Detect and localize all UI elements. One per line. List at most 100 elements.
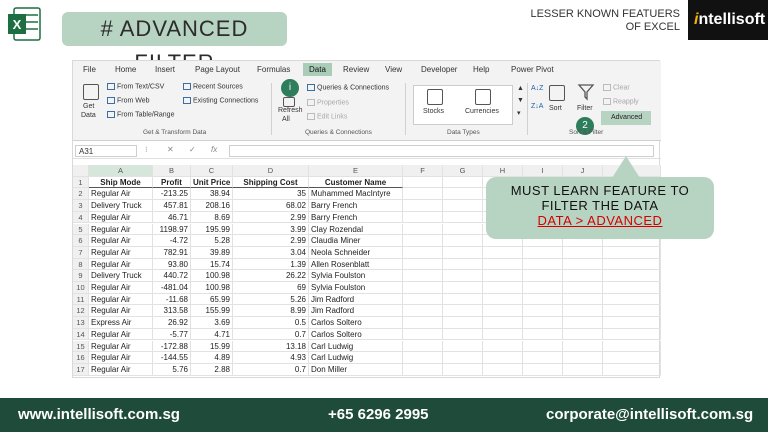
- menu-home[interactable]: Home: [115, 65, 136, 74]
- table-cell[interactable]: 1.39: [233, 258, 309, 271]
- table-cell[interactable]: [443, 235, 483, 247]
- table-cell[interactable]: [563, 340, 603, 353]
- sort-az-icon[interactable]: A↓Z: [531, 85, 543, 92]
- table-header-cell[interactable]: Ship Mode: [89, 176, 153, 189]
- recent-sources-button[interactable]: Recent Sources: [183, 83, 243, 90]
- table-cell[interactable]: [523, 340, 563, 353]
- table-cell[interactable]: Carlos Soltero: [309, 328, 403, 341]
- table-cell[interactable]: [523, 305, 563, 318]
- table-cell[interactable]: -213.25: [153, 188, 191, 201]
- row-header[interactable]: 14: [73, 328, 89, 341]
- table-cell[interactable]: [523, 317, 563, 329]
- table-cell[interactable]: [563, 352, 603, 364]
- table-cell[interactable]: [483, 293, 523, 306]
- select-all-corner[interactable]: [73, 165, 89, 177]
- table-cell[interactable]: 0.5: [233, 317, 309, 329]
- table-header-cell[interactable]: Profit: [153, 176, 191, 189]
- table-cell[interactable]: [443, 211, 483, 224]
- table-cell[interactable]: 2.99: [233, 235, 309, 247]
- menu-insert[interactable]: Insert: [155, 65, 175, 74]
- table-cell[interactable]: [483, 258, 523, 271]
- table-cell[interactable]: Regular Air: [89, 235, 153, 247]
- table-cell[interactable]: [403, 352, 443, 364]
- existing-connections-button[interactable]: Existing Connections: [183, 97, 258, 104]
- table-cell[interactable]: [403, 317, 443, 329]
- table-cell[interactable]: 13.18: [233, 340, 309, 353]
- table-cell[interactable]: Regular Air: [89, 328, 153, 341]
- table-cell[interactable]: 440.72: [153, 270, 191, 282]
- table-cell[interactable]: Delivery Truck: [89, 270, 153, 282]
- table-cell[interactable]: [443, 293, 483, 306]
- row-header[interactable]: 2: [73, 188, 89, 201]
- table-cell[interactable]: [563, 270, 603, 282]
- table-cell[interactable]: Regular Air: [89, 352, 153, 364]
- table-cell[interactable]: -11.68: [153, 293, 191, 306]
- table-cell[interactable]: Regular Air: [89, 293, 153, 306]
- table-cell[interactable]: 3.04: [233, 246, 309, 259]
- row-header[interactable]: 1: [73, 176, 89, 189]
- table-cell[interactable]: Barry French: [309, 211, 403, 224]
- table-cell[interactable]: 100.98: [191, 282, 233, 294]
- menu-developer[interactable]: Developer: [421, 65, 457, 74]
- table-cell[interactable]: [403, 258, 443, 271]
- from-table-range-button[interactable]: From Table/Range: [107, 111, 174, 118]
- table-cell[interactable]: Express Air: [89, 317, 153, 329]
- table-cell[interactable]: Jim Radford: [309, 305, 403, 318]
- table-cell[interactable]: -4.72: [153, 235, 191, 247]
- table-cell[interactable]: [483, 305, 523, 318]
- table-cell[interactable]: 8.99: [233, 305, 309, 318]
- table-cell[interactable]: [603, 363, 661, 376]
- table-cell[interactable]: 2.99: [233, 211, 309, 224]
- table-cell[interactable]: [603, 317, 661, 329]
- table-cell[interactable]: [563, 246, 603, 259]
- table-cell[interactable]: Regular Air: [89, 340, 153, 353]
- table-cell[interactable]: Regular Air: [89, 223, 153, 236]
- table-cell[interactable]: [603, 246, 661, 259]
- table-cell[interactable]: 26.92: [153, 317, 191, 329]
- table-cell[interactable]: 93.80: [153, 258, 191, 271]
- scroll-up-icon[interactable]: ▲: [517, 85, 524, 92]
- table-cell[interactable]: [563, 282, 603, 294]
- table-cell[interactable]: [443, 363, 483, 376]
- table-cell[interactable]: 0.7: [233, 328, 309, 341]
- table-cell[interactable]: [483, 340, 523, 353]
- row-header[interactable]: 10: [73, 282, 89, 294]
- table-cell[interactable]: 65.99: [191, 293, 233, 306]
- table-cell[interactable]: Regular Air: [89, 258, 153, 271]
- table-cell[interactable]: 208.16: [191, 200, 233, 212]
- table-cell[interactable]: Delivery Truck: [89, 200, 153, 212]
- table-cell[interactable]: 4.93: [233, 352, 309, 364]
- table-cell[interactable]: 1198.97: [153, 223, 191, 236]
- table-cell[interactable]: [523, 282, 563, 294]
- footer-phone[interactable]: +65 6296 2995: [328, 406, 429, 423]
- table-cell[interactable]: 195.99: [191, 223, 233, 236]
- menu-help[interactable]: Help: [473, 65, 489, 74]
- more-icon[interactable]: ▾: [517, 109, 521, 117]
- formula-input[interactable]: [229, 145, 654, 157]
- table-cell[interactable]: [523, 293, 563, 306]
- table-cell[interactable]: 457.81: [153, 200, 191, 212]
- table-cell[interactable]: Regular Air: [89, 282, 153, 294]
- table-cell[interactable]: 3.69: [191, 317, 233, 329]
- table-cell[interactable]: [483, 352, 523, 364]
- clear-button[interactable]: Clear: [603, 84, 630, 91]
- advanced-button[interactable]: Advanced: [601, 111, 651, 125]
- table-cell[interactable]: 782.91: [153, 246, 191, 259]
- table-cell[interactable]: [443, 305, 483, 318]
- insert-function-icon[interactable]: fx: [211, 145, 217, 154]
- table-cell[interactable]: [523, 270, 563, 282]
- table-cell[interactable]: [443, 282, 483, 294]
- table-cell[interactable]: 3.99: [233, 223, 309, 236]
- from-web-button[interactable]: From Web: [107, 97, 150, 104]
- table-cell[interactable]: [483, 270, 523, 282]
- from-text-csv-button[interactable]: From Text/CSV: [107, 83, 164, 90]
- table-cell[interactable]: Don Miller: [309, 363, 403, 376]
- table-cell[interactable]: Carl Ludwig: [309, 352, 403, 364]
- table-cell[interactable]: Neola Schneider: [309, 246, 403, 259]
- table-cell[interactable]: Sylvia Foulston: [309, 270, 403, 282]
- table-cell[interactable]: [403, 340, 443, 353]
- get-data-label2[interactable]: Data: [81, 112, 96, 119]
- footer-email[interactable]: corporate@intellisoft.com.sg: [546, 406, 753, 423]
- table-cell[interactable]: [603, 352, 661, 364]
- row-header[interactable]: 11: [73, 293, 89, 306]
